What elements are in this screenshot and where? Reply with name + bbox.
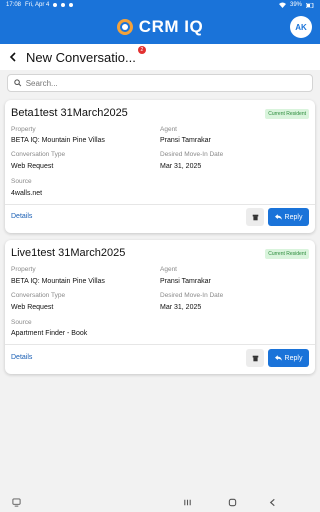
recent-apps-icon[interactable] bbox=[183, 498, 192, 507]
crm-iq-logo-icon bbox=[116, 19, 133, 35]
reply-label: Reply bbox=[284, 354, 303, 362]
search-input[interactable] bbox=[25, 78, 306, 88]
details-link[interactable]: Details bbox=[11, 354, 32, 361]
conversation-count-badge: 2 bbox=[137, 46, 146, 54]
resident-status-badge: Current Resident bbox=[265, 249, 309, 259]
property-label: Property bbox=[11, 126, 36, 133]
battery-icon bbox=[306, 2, 314, 8]
desired-move-in-value: Mar 31, 2025 bbox=[160, 163, 202, 170]
reply-label: Reply bbox=[284, 213, 303, 221]
contact-name[interactable]: Beta1test 31March2025 bbox=[11, 107, 128, 119]
card-divider bbox=[5, 204, 315, 205]
keyboard-switch-icon[interactable] bbox=[12, 497, 21, 507]
desired-move-in-label: Desired Move-In Date bbox=[160, 151, 224, 158]
property-value: BETA IQ: Mountain Pine Villas bbox=[11, 278, 105, 285]
reply-icon bbox=[274, 355, 282, 361]
status-time: 17:08 bbox=[6, 2, 22, 8]
source-label: Source bbox=[11, 178, 32, 185]
conversation-type-value: Web Request bbox=[11, 163, 54, 170]
contact-name[interactable]: Live1test 31March2025 bbox=[11, 247, 125, 259]
brand-logo: CRM IQ bbox=[116, 17, 204, 37]
back-arrow-icon[interactable] bbox=[6, 50, 20, 64]
status-date: Fri, Apr 4 bbox=[25, 2, 50, 8]
user-avatar[interactable]: AK bbox=[290, 16, 312, 38]
agent-value: Pransi Tamrakar bbox=[160, 137, 211, 144]
resident-status-badge: Current Resident bbox=[265, 109, 309, 119]
conversation-card[interactable]: Live1test 31March2025 Current Resident P… bbox=[5, 240, 315, 374]
card-divider bbox=[5, 344, 315, 345]
details-link[interactable]: Details bbox=[11, 213, 32, 220]
brand-name: CRM IQ bbox=[138, 17, 204, 36]
app-header: CRM IQ AK bbox=[0, 10, 320, 44]
conversation-card[interactable]: Beta1test 31March2025 Current Resident P… bbox=[5, 100, 315, 233]
home-icon[interactable] bbox=[228, 498, 237, 507]
conversation-type-label: Conversation Type bbox=[11, 292, 66, 299]
agent-value: Pransi Tamrakar bbox=[160, 278, 211, 285]
archive-icon bbox=[252, 355, 258, 361]
status-bar: 17:08 Fri, Apr 4 39% bbox=[0, 0, 320, 10]
reply-icon bbox=[274, 214, 282, 220]
notification-dot-icon bbox=[69, 3, 74, 7]
property-label: Property bbox=[11, 266, 36, 273]
reply-button[interactable]: Reply bbox=[268, 349, 309, 367]
conversation-type-label: Conversation Type bbox=[11, 151, 66, 158]
notification-dot-icon bbox=[53, 3, 58, 7]
page-title: New Conversatio... bbox=[26, 49, 136, 65]
battery-level: 39% bbox=[289, 2, 302, 8]
system-back-icon[interactable] bbox=[268, 498, 277, 507]
agent-label: Agent bbox=[160, 126, 177, 133]
search-icon bbox=[14, 79, 22, 87]
notification-dot-icon bbox=[61, 3, 66, 7]
desired-move-in-value: Mar 31, 2025 bbox=[160, 304, 202, 311]
source-value: 4walls.net bbox=[11, 190, 43, 197]
archive-button[interactable] bbox=[246, 208, 264, 226]
reply-button[interactable]: Reply bbox=[268, 208, 309, 226]
system-nav-bar bbox=[0, 492, 320, 512]
property-value: BETA IQ: Mountain Pine Villas bbox=[11, 137, 105, 144]
desired-move-in-label: Desired Move-In Date bbox=[160, 292, 224, 299]
source-value: Apartment Finder - Book bbox=[11, 330, 88, 337]
page-title-bar: New Conversatio... 2 bbox=[0, 44, 320, 70]
archive-icon bbox=[252, 214, 258, 220]
source-label: Source bbox=[11, 319, 32, 326]
archive-button[interactable] bbox=[246, 349, 264, 367]
wifi-icon bbox=[278, 2, 286, 8]
agent-label: Agent bbox=[160, 266, 177, 273]
conversation-type-value: Web Request bbox=[11, 304, 54, 311]
search-box[interactable] bbox=[7, 74, 313, 92]
